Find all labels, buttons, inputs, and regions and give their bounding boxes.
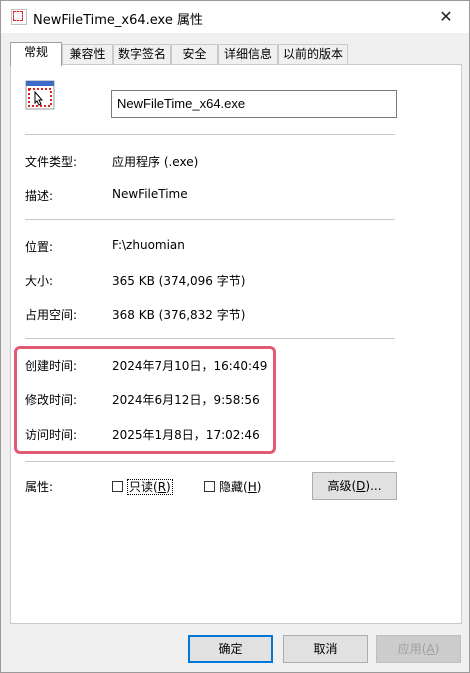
divider: [25, 461, 395, 462]
readonly-checkbox[interactable]: [112, 481, 123, 492]
tab-general[interactable]: 常规: [10, 42, 62, 66]
description-value: NewFileTime: [112, 187, 188, 201]
app-icon: [11, 9, 27, 25]
window-title: NewFileTime_x64.exe 属性: [33, 13, 203, 28]
attributes-label: 属性:: [25, 480, 54, 494]
file-type-label: 文件类型:: [25, 155, 78, 169]
divider: [25, 134, 395, 135]
ok-button[interactable]: 确定: [188, 635, 273, 663]
tab-details[interactable]: 详细信息: [218, 44, 278, 65]
file-name-input[interactable]: NewFileTime_x64.exe: [111, 90, 397, 118]
timestamps-highlight: [14, 346, 276, 454]
tab-compatibility[interactable]: 兼容性: [62, 44, 113, 65]
hidden-label[interactable]: 隐藏(H): [219, 478, 261, 495]
size-on-disk-value: 368 KB (376,832 字节): [112, 308, 246, 322]
hidden-checkbox[interactable]: [204, 481, 215, 492]
cancel-button[interactable]: 取消: [283, 635, 368, 663]
properties-window: NewFileTime_x64.exe 属性 ✕ 常规 兼容性 数字签名 安全 …: [0, 0, 470, 673]
tab-security[interactable]: 安全: [171, 44, 218, 65]
title-bar: NewFileTime_x64.exe 属性 ✕: [1, 1, 469, 33]
close-icon[interactable]: ✕: [435, 6, 457, 28]
divider: [25, 338, 395, 339]
location-value: F:\zhuomian: [112, 238, 185, 252]
tab-bar: 常规 兼容性 数字签名 安全 详细信息 以前的版本: [10, 42, 462, 66]
tab-digital-signatures[interactable]: 数字签名: [113, 44, 171, 65]
size-label: 大小:: [25, 274, 54, 288]
file-type-value: 应用程序 (.exe): [112, 155, 199, 169]
application-icon: [25, 80, 55, 110]
advanced-button[interactable]: 高级(D)...: [312, 472, 397, 500]
apply-button[interactable]: 应用(A): [376, 635, 461, 663]
divider: [25, 219, 395, 220]
size-on-disk-label: 占用空间:: [25, 308, 78, 322]
tab-previous-versions[interactable]: 以前的版本: [278, 44, 348, 65]
size-value: 365 KB (374,096 字节): [112, 274, 246, 288]
readonly-label[interactable]: 只读(R): [127, 478, 173, 495]
description-label: 描述:: [25, 189, 54, 203]
general-panel: [10, 64, 462, 624]
location-label: 位置:: [25, 240, 54, 254]
